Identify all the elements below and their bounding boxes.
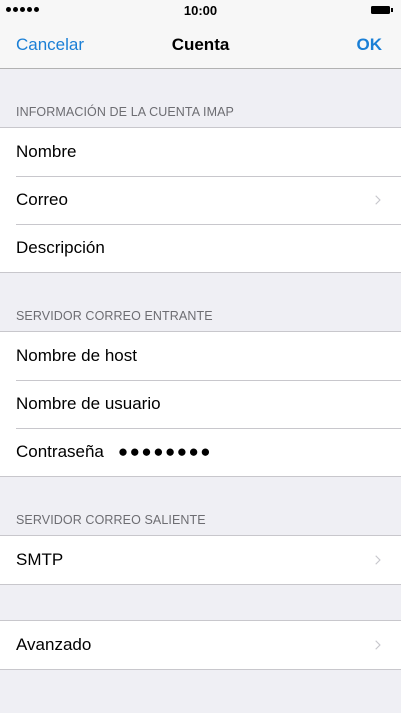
- group-incoming-server: Nombre de host Nombre de usuario Contras…: [0, 331, 401, 477]
- group-advanced: Avanzado: [0, 620, 401, 670]
- row-description[interactable]: Descripción: [0, 224, 401, 272]
- row-host-label: Nombre de host: [16, 346, 137, 365]
- row-description-label: Descripción: [16, 238, 105, 257]
- status-time: 10:00: [183, 3, 218, 18]
- row-smtp[interactable]: SMTP: [0, 536, 401, 584]
- section-header-imap: INFORMACIÓN DE LA CUENTA IMAP: [16, 105, 234, 119]
- group-outgoing-server: SMTP: [0, 535, 401, 585]
- row-smtp-label: SMTP: [16, 550, 64, 569]
- row-password[interactable]: Contraseña ●●●●●●●●: [0, 428, 401, 476]
- row-username[interactable]: Nombre de usuario: [0, 380, 401, 428]
- row-host[interactable]: Nombre de host: [0, 332, 401, 380]
- nav-bar: Cancelar Cuenta OK: [0, 20, 401, 69]
- cancel-button[interactable]: Cancelar: [16, 35, 84, 55]
- group-imap-info: Nombre Correo Descripción: [0, 127, 401, 273]
- section-header-incoming: SERVIDOR CORREO ENTRANTE: [16, 309, 213, 323]
- row-email-label: Correo: [16, 190, 68, 209]
- chevron-right-icon: [375, 640, 381, 650]
- ok-button[interactable]: OK: [357, 35, 383, 55]
- row-advanced-label: Avanzado: [16, 635, 92, 654]
- row-name[interactable]: Nombre: [0, 128, 401, 176]
- status-bar: 10:00: [0, 0, 401, 20]
- row-password-label: Contraseña: [16, 442, 104, 461]
- password-field[interactable]: ●●●●●●●●: [118, 442, 212, 462]
- row-email[interactable]: Correo: [0, 176, 401, 224]
- row-username-label: Nombre de usuario: [16, 394, 161, 413]
- chevron-right-icon: [375, 195, 381, 205]
- row-advanced[interactable]: Avanzado: [0, 621, 401, 669]
- battery-icon: [371, 6, 393, 14]
- row-name-label: Nombre: [16, 142, 77, 161]
- chevron-right-icon: [375, 555, 381, 565]
- section-header-outgoing: SERVIDOR CORREO SALIENTE: [16, 513, 206, 527]
